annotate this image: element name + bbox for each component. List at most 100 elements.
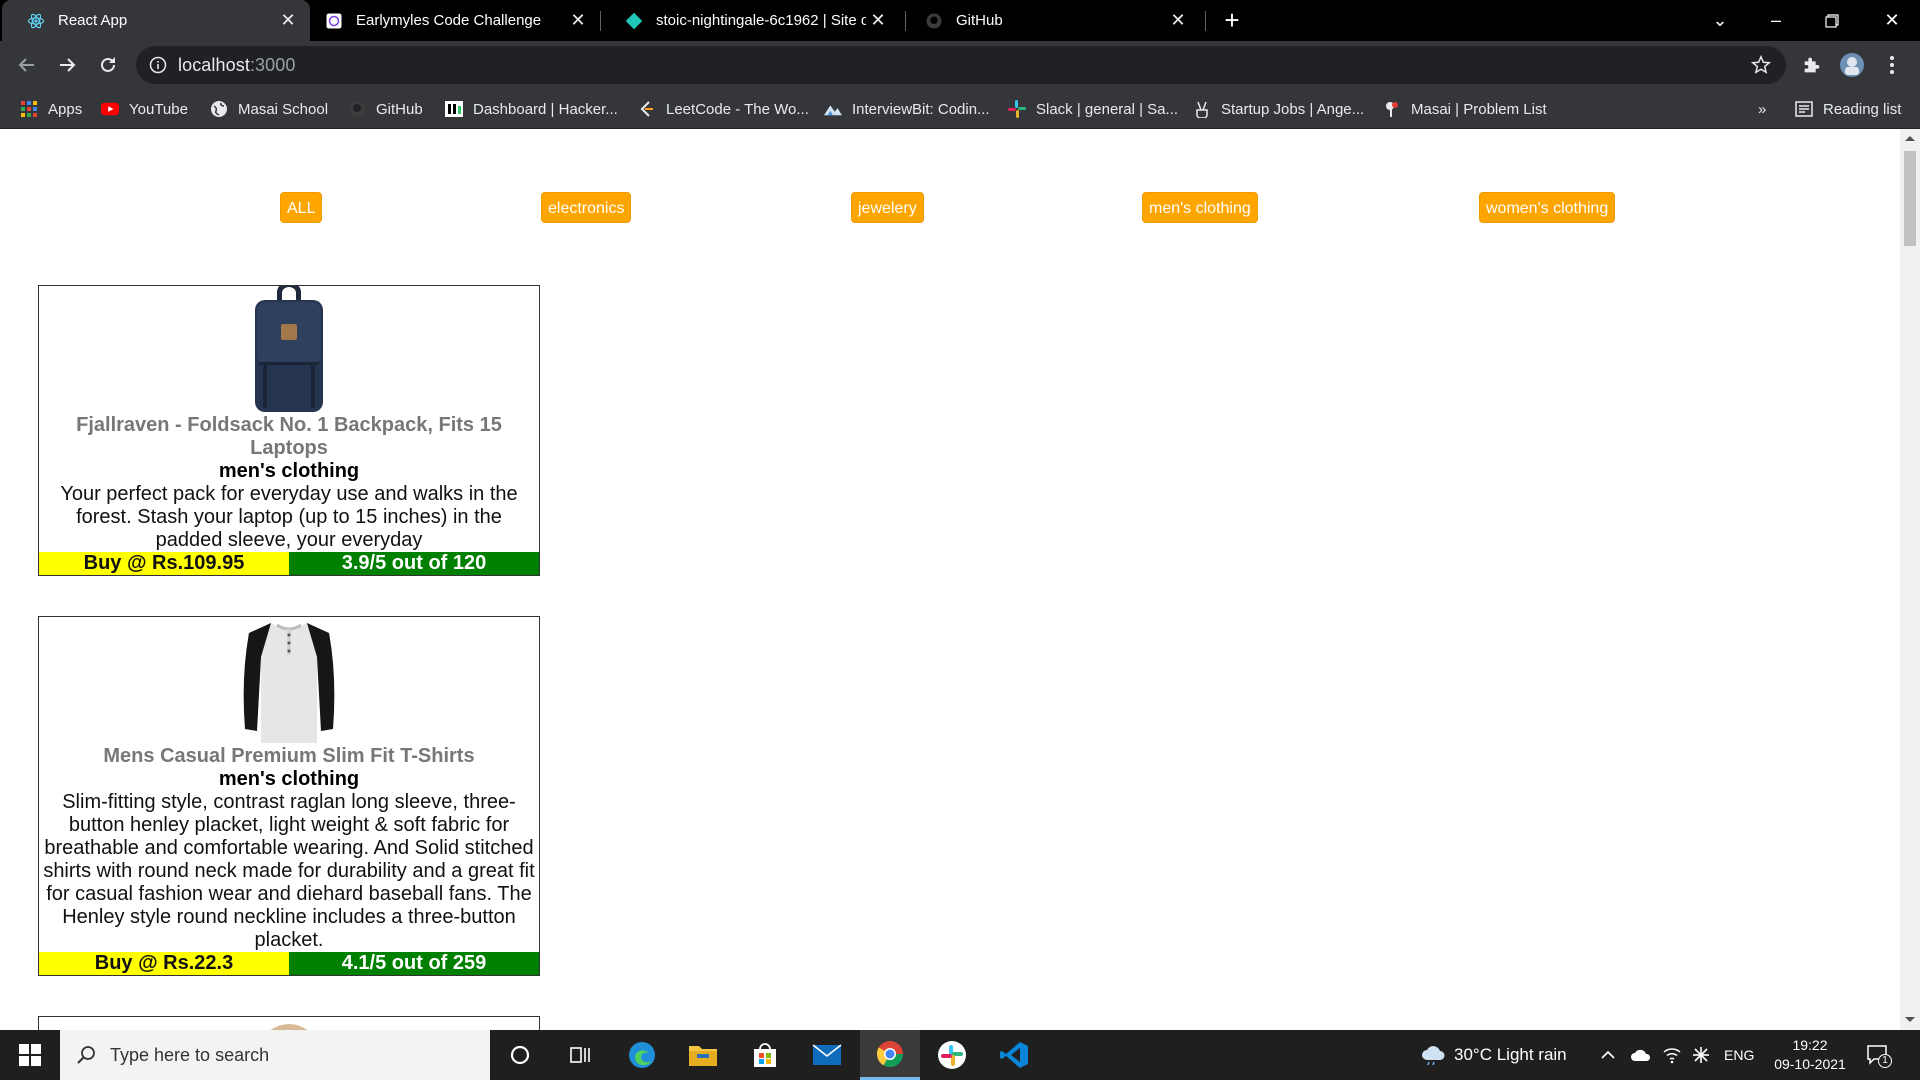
cortana-icon[interactable] xyxy=(490,1030,550,1080)
close-window-button[interactable]: ✕ xyxy=(1864,0,1920,41)
bookmark-masai-school[interactable]: Masai School xyxy=(210,98,328,120)
menu-kebab-icon[interactable] xyxy=(1878,51,1906,79)
bookmark-star-icon[interactable] xyxy=(1750,54,1772,76)
extensions-puzzle-icon[interactable] xyxy=(1798,51,1826,79)
cloud-rain-icon xyxy=(1420,1044,1446,1066)
bookmark-angellist[interactable]: Startup Jobs | Ange... xyxy=(1193,98,1364,120)
taskbar-search-box[interactable]: Type here to search xyxy=(60,1030,490,1080)
tray-chevron-up-icon[interactable] xyxy=(1600,1030,1616,1080)
product-image-partial xyxy=(270,1024,308,1030)
close-icon[interactable]: ✕ xyxy=(866,9,890,33)
filter-jewelery-button[interactable]: jewelery xyxy=(851,192,924,223)
tab-title: React App xyxy=(58,12,128,29)
address-bar[interactable]: localhost:3000 xyxy=(136,46,1786,84)
close-icon[interactable]: ✕ xyxy=(1166,9,1190,33)
apps-grid-icon xyxy=(20,100,38,118)
bookmark-hackerrank[interactable]: Dashboard | Hacker... xyxy=(445,98,618,120)
slack-taskbar-icon[interactable] xyxy=(922,1030,982,1080)
edge-browser-icon[interactable] xyxy=(612,1030,672,1080)
tab-react-app[interactable]: React App ✕ xyxy=(2,0,310,41)
bookmarks-overflow-chevron[interactable]: » xyxy=(1758,98,1766,120)
vscode-icon[interactable] xyxy=(984,1030,1044,1080)
profile-avatar-icon[interactable] xyxy=(1838,51,1866,79)
bookmark-label: Dashboard | Hacker... xyxy=(473,100,618,118)
tab-earlymyles[interactable]: Earlymyles Code Challenge ✕ xyxy=(300,0,600,41)
bookmark-interviewbit[interactable]: InterviewBit: Codin... xyxy=(824,98,990,120)
weather-widget[interactable]: 30°C Light rain xyxy=(1420,1030,1567,1080)
tab-github[interactable]: GitHub ✕ xyxy=(900,0,1200,41)
bookmark-label: Masai School xyxy=(238,100,329,118)
filter-mens-clothing-button[interactable]: men's clothing xyxy=(1142,192,1258,223)
github-icon xyxy=(348,100,366,118)
new-tab-button[interactable]: + xyxy=(1219,7,1245,34)
minimize-button[interactable]: – xyxy=(1748,0,1804,41)
windows-start-button[interactable] xyxy=(0,1030,60,1080)
tab-separator xyxy=(1205,11,1206,31)
product-card-partial xyxy=(38,1016,540,1030)
product-footer: Buy @ Rs.22.3 4.1/5 out of 259 xyxy=(39,952,539,975)
bookmark-apps[interactable]: Apps xyxy=(20,98,82,120)
bookmark-youtube[interactable]: YouTube xyxy=(101,98,188,120)
react-icon xyxy=(26,11,46,31)
product-title: Mens Casual Premium Slim Fit T-Shirts xyxy=(103,745,475,767)
clock-time: 19:22 xyxy=(1792,1037,1828,1053)
clock-date: 09-10-2021 xyxy=(1774,1056,1846,1072)
tab-search-chevron-icon[interactable]: ⌄ xyxy=(1692,0,1748,41)
reading-list-button[interactable]: Reading list xyxy=(1795,98,1901,120)
info-icon[interactable] xyxy=(148,55,168,75)
scroll-down-arrow-icon[interactable] xyxy=(1905,1017,1915,1022)
onedrive-cloud-icon[interactable] xyxy=(1630,1030,1652,1080)
scrollbar-thumb[interactable] xyxy=(1904,151,1916,246)
slack-icon xyxy=(1008,100,1026,118)
filter-electronics-button[interactable]: electronics xyxy=(541,192,632,223)
bookmark-slack[interactable]: Slack | general | Sa... xyxy=(1008,98,1178,120)
notification-center-button[interactable]: 1 xyxy=(1866,1030,1892,1080)
taskbar-clock[interactable]: 19:22 09-10-2021 xyxy=(1768,1036,1852,1074)
tab-title: GitHub xyxy=(956,12,1003,29)
bookmark-masai-problem-list[interactable]: Masai | Problem List xyxy=(1383,98,1547,120)
product-footer: Buy @ Rs.109.95 3.9/5 out of 120 xyxy=(39,552,539,575)
product-card: Fjallraven - Foldsack No. 1 Backpack, Fi… xyxy=(38,285,540,576)
tab-netlify[interactable]: stoic-nightingale-6c1962 | Site o ✕ xyxy=(600,0,900,41)
buy-price-button[interactable]: Buy @ Rs.22.3 xyxy=(39,952,289,975)
restore-button[interactable] xyxy=(1804,0,1860,41)
close-icon[interactable]: ✕ xyxy=(276,9,300,33)
bookmark-github[interactable]: GitHub xyxy=(348,98,423,120)
filter-womens-clothing-button[interactable]: women's clothing xyxy=(1479,192,1616,223)
reload-button[interactable] xyxy=(92,49,124,81)
microsoft-store-icon[interactable] xyxy=(735,1030,795,1080)
forward-button[interactable] xyxy=(51,49,83,81)
mail-icon[interactable] xyxy=(797,1030,857,1080)
search-icon xyxy=(76,1045,96,1065)
product-description: Slim-fitting style, contrast raglan long… xyxy=(43,791,535,951)
tab-strip: React App ✕ Earlymyles Code Challenge ✕ … xyxy=(0,0,1920,41)
file-explorer-icon[interactable] xyxy=(673,1030,733,1080)
netlify-icon xyxy=(624,11,644,31)
chrome-icon[interactable] xyxy=(860,1030,920,1080)
tab-title: Earlymyles Code Challenge xyxy=(356,12,542,29)
tab-title: stoic-nightingale-6c1962 | Site o xyxy=(656,12,866,29)
wifi-icon[interactable] xyxy=(1662,1030,1682,1080)
buy-price-button[interactable]: Buy @ Rs.109.95 xyxy=(39,552,289,575)
network-settings-icon[interactable] xyxy=(1692,1030,1710,1080)
close-icon[interactable]: ✕ xyxy=(566,9,590,33)
scroll-up-arrow-icon[interactable] xyxy=(1905,136,1915,141)
back-button[interactable] xyxy=(11,49,43,81)
leetcode-icon xyxy=(638,100,656,118)
interviewbit-icon xyxy=(824,100,842,118)
hackerrank-icon xyxy=(445,100,463,118)
bookmarks-bar: Apps YouTube Masai School GitHub Dashboa… xyxy=(0,89,1920,129)
page-scrollbar[interactable] xyxy=(1900,129,1920,1030)
bookmark-label: Masai | Problem List xyxy=(1411,100,1547,118)
globe-icon xyxy=(210,100,228,118)
reading-list-label: Reading list xyxy=(1823,100,1902,118)
filter-all-button[interactable]: ALL xyxy=(280,192,323,223)
task-view-icon[interactable] xyxy=(550,1030,610,1080)
angellist-icon xyxy=(1193,100,1211,118)
search-placeholder: Type here to search xyxy=(110,1044,270,1065)
reading-list-icon xyxy=(1795,100,1813,118)
tshirt-image xyxy=(243,623,335,743)
language-indicator[interactable]: ENG xyxy=(1724,1030,1754,1080)
bookmark-leetcode[interactable]: LeetCode - The Wo... xyxy=(638,98,809,120)
product-card: Mens Casual Premium Slim Fit T-Shirts me… xyxy=(38,616,540,976)
